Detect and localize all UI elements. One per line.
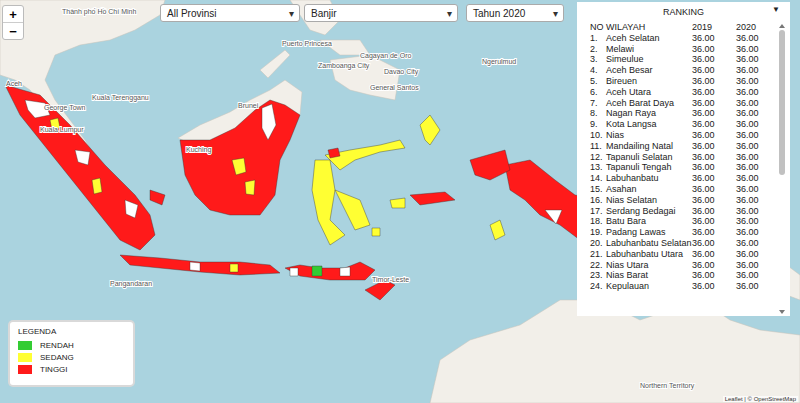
region[interactable]: [328, 148, 340, 158]
place-label: Timor-Leste: [372, 276, 409, 283]
table-row[interactable]: 5.Bireuen36.0036.00: [590, 76, 778, 87]
region[interactable]: [490, 220, 505, 240]
place-label: Aceh: [6, 80, 22, 87]
place-label: George Town: [44, 104, 86, 112]
place-label: Thành phố Hồ Chí Minh: [62, 7, 136, 16]
table-row[interactable]: 12.Tapanuli Selatan36.0036.00: [590, 152, 778, 163]
swatch-icon: [18, 353, 32, 362]
filter-select[interactable]: All Provinsi▾: [160, 4, 300, 22]
table-row[interactable]: 9.Kota Langsa36.0036.00: [590, 119, 778, 130]
place-label: Puerto Princesa: [282, 40, 332, 47]
region[interactable]: [365, 280, 395, 300]
place-label: General Santos: [370, 84, 419, 91]
table-row[interactable]: 23.Nias Barat36.0036.00: [590, 270, 778, 281]
table-row[interactable]: 1.Aceh Selatan36.0036.00: [590, 33, 778, 44]
table-row[interactable]: 24.Kepulauan36.0036.00: [590, 281, 778, 292]
table-header: NOWILAYAH20192020: [590, 22, 778, 33]
place-label: Kuala Lumpur: [40, 126, 84, 134]
place-label: Brunei: [238, 102, 259, 109]
region[interactable]: [150, 190, 165, 205]
table-row[interactable]: 21.Labuhanbatu Utara36.0036.00: [590, 249, 778, 260]
table-row[interactable]: 4.Aceh Besar36.0036.00: [590, 65, 778, 76]
place-label: Zamboanga City: [318, 62, 370, 70]
zoom-button[interactable]: −: [3, 22, 23, 39]
legend-item: TINGGI: [18, 365, 125, 374]
table-row[interactable]: 2.Melawi36.0036.00: [590, 44, 778, 55]
table-row[interactable]: 16.Nias Selatan36.0036.00: [590, 195, 778, 206]
region[interactable]: [120, 255, 280, 275]
region[interactable]: [75, 150, 90, 165]
place-label: Davao City: [384, 68, 419, 76]
zoom-button[interactable]: +: [3, 6, 23, 22]
table-row[interactable]: 18.Batu Bara36.0036.00: [590, 216, 778, 227]
region[interactable]: [390, 198, 405, 208]
table-row[interactable]: 6.Aceh Utara36.0036.00: [590, 87, 778, 98]
ranking-panel: RANKING▼NOWILAYAH201920201.Aceh Selatan3…: [577, 2, 790, 316]
table-row[interactable]: 19.Padang Lawas36.0036.00: [590, 227, 778, 238]
filter-select[interactable]: Tahun 2020▾: [466, 4, 564, 22]
legend: LEGENDARENDAHSEDANGTINGGI: [8, 320, 135, 387]
region[interactable]: [312, 160, 345, 245]
region[interactable]: [335, 190, 370, 230]
table-row[interactable]: 15.Asahan36.0036.00: [590, 184, 778, 195]
table-row[interactable]: 22.Nias Utara36.0036.00: [590, 260, 778, 271]
caret-icon: ▾: [289, 8, 294, 19]
place-label: Kuala Terengganu: [92, 94, 149, 102]
region[interactable]: [290, 268, 298, 276]
region[interactable]: [232, 158, 246, 175]
region[interactable]: [372, 228, 380, 236]
place-label: Ngerulmud: [482, 58, 516, 66]
table-row[interactable]: 3.Simeulue36.0036.00: [590, 54, 778, 65]
region[interactable]: [312, 266, 322, 276]
place-label: Kuching: [186, 146, 211, 154]
place-label: Pangandaran: [110, 280, 152, 288]
caret-icon: ▾: [447, 8, 452, 19]
region[interactable]: [230, 264, 238, 272]
legend-item: RENDAH: [18, 341, 125, 350]
table-row[interactable]: 8.Nagan Raya36.0036.00: [590, 108, 778, 119]
region[interactable]: [262, 104, 276, 140]
region[interactable]: [5, 85, 155, 250]
table-row[interactable]: 20.Labuhanbatu Selatan36.0036.00: [590, 238, 778, 249]
filter-select[interactable]: Banjir▾: [304, 4, 458, 22]
table-row[interactable]: 7.Aceh Barat Daya36.0036.00: [590, 98, 778, 109]
ranking-header: RANKING▼: [577, 2, 790, 22]
region[interactable]: [470, 150, 510, 180]
place-label: Cagayan de Oro: [360, 52, 411, 60]
palawan: [260, 50, 290, 78]
region[interactable]: [410, 192, 455, 205]
region[interactable]: [340, 267, 350, 276]
region[interactable]: [285, 262, 375, 280]
region[interactable]: [420, 115, 440, 145]
zoom-control: +−: [2, 5, 24, 40]
table-row[interactable]: 10.Nias36.0036.00: [590, 130, 778, 141]
caret-icon: ▾: [553, 8, 558, 19]
scrollbar-thumb[interactable]: [779, 30, 785, 175]
attribution[interactable]: Leaflet | © OpenStreetMap: [723, 396, 798, 402]
table-row[interactable]: 13.Tapanuli Tengah36.0036.00: [590, 162, 778, 173]
region[interactable]: [245, 180, 255, 195]
region[interactable]: [190, 262, 200, 271]
legend-item: SEDANG: [18, 353, 125, 362]
toggle-button[interactable]: ▼: [772, 5, 780, 14]
swatch-icon: [18, 365, 32, 374]
filter-bar: All Provinsi▾Banjir▾ Tahun 2020▾: [160, 4, 564, 22]
scrollbar[interactable]: [778, 22, 786, 316]
table-row[interactable]: 11.Mandailing Natal36.0036.00: [590, 141, 778, 152]
region[interactable]: [545, 210, 562, 224]
region[interactable]: [180, 100, 300, 215]
table-row[interactable]: 14.Labuhanbatu36.0036.00: [590, 173, 778, 184]
ranking-table: NOWILAYAH201920201.Aceh Selatan36.0036.0…: [577, 22, 778, 316]
table-row[interactable]: 17.Serdang Bedagai36.0036.00: [590, 206, 778, 217]
place-label: Northern Territory: [640, 382, 695, 390]
region[interactable]: [92, 178, 102, 194]
map[interactable]: Thành phố Hồ Chí Minh Aceh George Town Kual…: [0, 0, 800, 403]
region[interactable]: [325, 140, 405, 170]
region[interactable]: [125, 200, 138, 218]
swatch-icon: [18, 341, 32, 350]
